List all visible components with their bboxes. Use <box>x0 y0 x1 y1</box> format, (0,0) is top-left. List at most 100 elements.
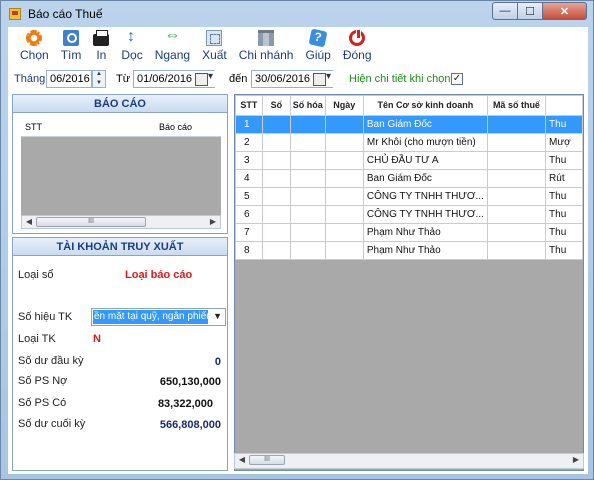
table-cell-so[interactable] <box>261 205 291 224</box>
close-window-button[interactable]: ✕ <box>543 2 587 20</box>
chevron-down-icon[interactable]: ▼ <box>213 311 222 321</box>
table-cell-so[interactable] <box>261 241 291 260</box>
table-cell-so_hoa[interactable] <box>289 151 326 170</box>
table-cell-stt[interactable]: 3 <box>235 151 263 170</box>
table-cell-so_hoa[interactable] <box>289 205 326 224</box>
table-cell-ten[interactable]: Mr Khôi (cho mượn tiền) <box>362 133 488 152</box>
table-cell-so[interactable] <box>261 115 291 134</box>
table-cell-extra[interactable]: Thu <box>545 187 583 206</box>
table-row[interactable]: 1 Ban Giám Đốc Thu <box>235 115 583 134</box>
table-cell-ngay[interactable] <box>324 241 364 260</box>
so-hieu-tk-select[interactable]: ền mặt tại quỹ, ngân phiếu ▼ <box>91 308 226 326</box>
title-bar[interactable]: Báo cáo Thuế — ☐ ✕ <box>1 1 593 27</box>
transactions-grid[interactable]: STT Số Số hóa Ngày Tên Cơ sở kinh doanh … <box>234 94 584 471</box>
table-row[interactable]: 8 Phạm Như Thảo Thu <box>235 241 583 260</box>
table-cell-ngay[interactable] <box>324 115 364 134</box>
table-cell-extra[interactable]: Thu <box>545 223 583 242</box>
col-stt[interactable]: STT <box>235 95 263 116</box>
table-cell-mst[interactable] <box>486 151 547 170</box>
table-cell-so[interactable] <box>261 223 291 242</box>
scroll-thumb[interactable]: III <box>249 455 285 465</box>
table-cell-ngay[interactable] <box>324 169 364 188</box>
branch-button[interactable]: Chi nhánh <box>233 27 300 67</box>
table-cell-stt[interactable]: 5 <box>235 187 263 206</box>
scroll-left-icon[interactable]: ◀ <box>236 454 248 466</box>
find-button[interactable]: Tìm <box>55 27 88 67</box>
maximize-button[interactable]: ☐ <box>518 2 543 20</box>
table-cell-ten[interactable]: CÔNG TY TNHH THƯƠ... <box>362 187 488 206</box>
table-row[interactable]: 5 CÔNG TY TNHH THƯƠ... Thu <box>235 187 583 206</box>
table-cell-so[interactable] <box>261 133 291 152</box>
col-so-hoa-don[interactable]: Số hóa <box>289 95 326 116</box>
table-cell-ten[interactable]: CHỦ ĐẦU TƯ A <box>362 151 488 170</box>
table-cell-so[interactable] <box>261 187 291 206</box>
table-cell-ngay[interactable] <box>324 187 364 206</box>
table-cell-mst[interactable] <box>486 115 547 134</box>
table-row[interactable]: 2 Mr Khôi (cho mượn tiền) Mượ <box>235 133 583 152</box>
scroll-left-icon[interactable]: ◀ <box>23 216 35 228</box>
table-cell-ten[interactable]: CÔNG TY TNHH THƯƠ... <box>362 205 488 224</box>
table-cell-extra[interactable]: Thu <box>545 115 583 134</box>
table-cell-mst[interactable] <box>486 187 547 206</box>
table-row[interactable]: 6 CÔNG TY TNHH THƯƠ... Thu <box>235 205 583 224</box>
table-cell-stt[interactable]: 7 <box>235 223 263 242</box>
to-calendar-dropdown-icon[interactable] <box>313 71 333 86</box>
landscape-button[interactable]: Ngang <box>149 27 196 67</box>
report-list-scrollbar[interactable]: ◀ III ▶ <box>21 215 221 229</box>
table-cell-ten[interactable]: Ban Giám Đốc <box>362 115 488 134</box>
export-button[interactable]: Xuất <box>196 27 233 67</box>
from-calendar-dropdown-icon[interactable] <box>195 71 215 86</box>
table-cell-so[interactable] <box>261 151 291 170</box>
table-cell-mst[interactable] <box>486 241 547 260</box>
table-row[interactable]: 3 CHỦ ĐẦU TƯ A Thu <box>235 151 583 170</box>
table-cell-stt[interactable]: 4 <box>235 169 263 188</box>
table-cell-mst[interactable] <box>486 223 547 242</box>
table-row[interactable]: 7 Phạm Như Thảo Thu <box>235 223 583 242</box>
table-cell-so_hoa[interactable] <box>289 169 326 188</box>
grid-scrollbar[interactable]: ◀ III ▶ <box>234 453 584 469</box>
scroll-right-icon[interactable]: ▶ <box>207 216 219 228</box>
table-cell-stt[interactable]: 2 <box>235 133 263 152</box>
table-cell-so[interactable] <box>261 169 291 188</box>
detail-checkbox[interactable]: ✓ <box>451 73 463 85</box>
portrait-button[interactable]: Dọc <box>115 27 148 67</box>
month-spinner[interactable] <box>92 70 106 88</box>
select-button[interactable]: Chọn <box>14 27 55 67</box>
scroll-right-icon[interactable]: ▶ <box>570 454 582 466</box>
table-cell-extra[interactable]: Mượ <box>545 133 583 152</box>
table-cell-stt[interactable]: 8 <box>235 241 263 260</box>
table-cell-ten[interactable]: Phạm Như Thảo <box>362 241 488 260</box>
col-so[interactable]: Số <box>261 95 291 116</box>
table-cell-so_hoa[interactable] <box>289 133 326 152</box>
table-cell-stt[interactable]: 1 <box>235 115 263 134</box>
close-button[interactable]: Đóng <box>337 27 378 67</box>
table-cell-ngay[interactable] <box>324 205 364 224</box>
table-cell-so_hoa[interactable] <box>289 115 326 134</box>
table-cell-mst[interactable] <box>486 205 547 224</box>
col-ma-so-thue[interactable]: Mã số thuế <box>486 95 547 116</box>
table-cell-extra[interactable]: Rút <box>545 169 583 188</box>
table-cell-ten[interactable]: Phạm Như Thảo <box>362 223 488 242</box>
table-cell-ngay[interactable] <box>324 151 364 170</box>
table-cell-so_hoa[interactable] <box>289 241 326 260</box>
scroll-thumb[interactable]: III <box>36 217 146 227</box>
table-cell-mst[interactable] <box>486 169 547 188</box>
report-list[interactable] <box>21 137 221 215</box>
help-button[interactable]: Giúp <box>299 27 336 67</box>
table-cell-ngay[interactable] <box>324 223 364 242</box>
table-cell-so_hoa[interactable] <box>289 187 326 206</box>
table-cell-extra[interactable]: Thu <box>545 241 583 260</box>
table-cell-extra[interactable]: Thu <box>545 151 583 170</box>
col-ten-co-so[interactable]: Tên Cơ sở kinh doanh <box>362 95 488 116</box>
col-ngay[interactable]: Ngày <box>324 95 364 116</box>
table-cell-stt[interactable]: 6 <box>235 205 263 224</box>
month-input[interactable]: 06/2016 <box>46 70 92 88</box>
minimize-button[interactable]: — <box>492 2 518 20</box>
print-button[interactable]: In <box>87 27 115 67</box>
table-row[interactable]: 4 Ban Giám Đốc Rút <box>235 169 583 188</box>
table-cell-ngay[interactable] <box>324 133 364 152</box>
table-cell-so_hoa[interactable] <box>289 223 326 242</box>
table-cell-mst[interactable] <box>486 133 547 152</box>
table-cell-ten[interactable]: Ban Giám Đốc <box>362 169 488 188</box>
col-dien-giai[interactable] <box>545 95 583 116</box>
